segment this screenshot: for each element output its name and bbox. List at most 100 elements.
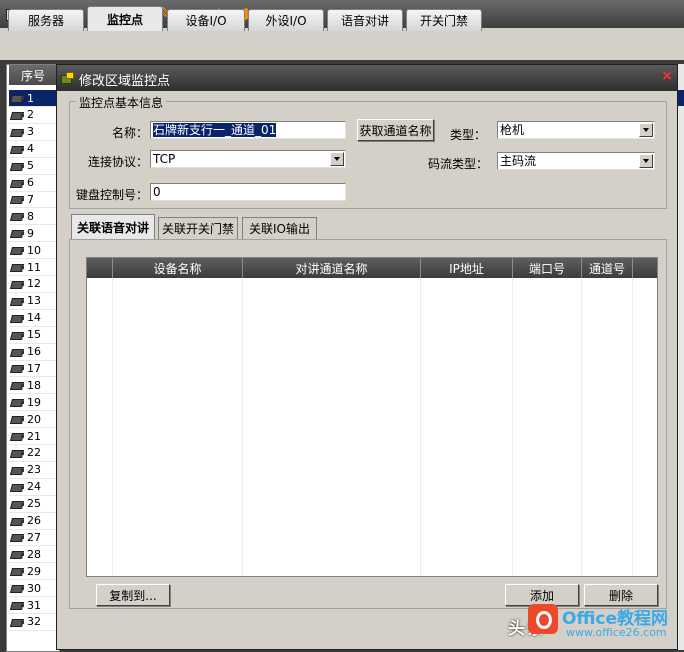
camera-icon [11,246,25,254]
camera-icon [11,449,25,457]
camera-icon [11,212,25,220]
delete-button[interactable]: 删除 [584,584,658,606]
column-header-channel-no[interactable]: 通道号 [582,258,633,278]
list-item[interactable]: 28 [9,546,57,564]
list-item-label: 13 [27,294,41,308]
close-icon[interactable]: × [659,68,675,84]
list-item[interactable]: 4 [9,141,57,158]
camera-icon [11,517,25,525]
stream-type-select[interactable]: 主码流 [497,152,655,170]
list-item[interactable]: 8 [9,208,57,226]
column-header-port[interactable]: 端口号 [513,258,582,278]
list-item[interactable]: 2 [9,107,57,124]
protocol-select[interactable]: TCP [150,150,346,168]
list-item[interactable]: 25 [9,496,57,513]
grid-line [632,278,633,576]
name-input[interactable]: 石牌新支行一_通道_01 [150,121,346,139]
column-header-intercom-channel[interactable]: 对讲通道名称 [243,258,421,278]
grid-line [242,278,243,576]
list-item[interactable]: 19 [9,394,57,412]
tab-voice-intercom[interactable]: 语音对讲 [327,9,403,31]
list-item[interactable]: 22 [9,445,57,462]
tab-linked-door-access[interactable]: 关联开关门禁 [158,217,238,239]
list-item-label: 29 [27,564,41,578]
type-label: 类型： [449,128,486,142]
type-select[interactable]: 枪机 [497,121,655,139]
list-item[interactable]: 27 [9,529,57,547]
chevron-down-icon[interactable] [639,123,653,137]
list-item-label: 9 [27,226,34,240]
list-item[interactable]: 18 [9,377,57,395]
tab-peripheral-io[interactable]: 外设I/O [248,9,324,31]
tab-monitor-point[interactable]: 监控点 [87,6,163,31]
name-label: 名称： [111,126,148,140]
camera-icon [11,567,25,575]
list-item-label: 17 [27,361,41,375]
camera-icon [11,584,25,592]
list-item-label: 10 [27,243,41,257]
list-item[interactable]: 13 [9,293,57,310]
list-item-label: 8 [27,209,34,223]
tab-server[interactable]: 服务器 [8,9,84,31]
tab-linked-io-output[interactable]: 关联IO输出 [242,217,317,239]
list-item[interactable]: 1 [9,90,57,107]
camera-icon [11,229,25,237]
chevron-down-icon[interactable] [639,154,653,168]
keyboard-control-label: 键盘控制号： [75,188,148,202]
protocol-label: 连接协议： [87,155,148,169]
list-header[interactable]: 序号 [9,65,57,85]
list-item-label: 28 [27,547,41,561]
list-item[interactable]: 16 [9,344,57,361]
list-item[interactable]: 17 [9,360,57,378]
camera-icon [11,533,25,541]
list-item-label: 23 [27,463,41,477]
association-table[interactable] [86,257,658,577]
list-item-label: 21 [27,429,41,443]
camera-icon [11,415,25,423]
list-item[interactable]: 11 [9,259,57,276]
get-channel-name-button[interactable]: 获取通道名称 [357,119,434,141]
chevron-down-icon[interactable] [330,152,344,166]
column-header-select[interactable] [87,258,113,278]
keyboard-control-input[interactable]: 0 [150,183,346,201]
list-item[interactable]: 26 [9,513,57,530]
list-item[interactable]: 30 [9,580,57,598]
list-item[interactable]: 29 [9,563,57,581]
list-item[interactable]: 20 [9,411,57,429]
camera-icon [11,500,25,508]
camera-icon [11,381,25,389]
list-item[interactable]: 12 [9,276,57,293]
tab-linked-voice-intercom[interactable]: 关联语音对讲 [71,214,155,239]
list-item[interactable]: 10 [9,242,57,260]
camera-icon [11,179,25,187]
add-button[interactable]: 添加 [505,584,579,606]
column-header-ip-address[interactable]: IP地址 [421,258,513,278]
list-item[interactable]: 23 [9,462,57,479]
dialog-titlebar: 修改区域监控点 × [57,65,677,91]
list-item-label: 16 [27,345,41,358]
tab-door-access[interactable]: 开关门禁 [406,9,482,31]
grid-line [581,278,582,576]
list-item[interactable]: 24 [9,479,57,496]
camera-icon [11,618,25,626]
list-item[interactable]: 32 [9,614,57,631]
list-item[interactable]: 31 [9,597,57,614]
list-item[interactable]: 9 [9,225,57,243]
copy-to-button[interactable]: 复制到... [96,584,170,606]
list-item[interactable]: 21 [9,428,57,445]
camera-icon [11,364,25,372]
list-item[interactable]: 3 [9,124,57,141]
dialog-title: 修改区域监控点 [79,74,171,89]
list-item[interactable]: 6 [9,175,57,192]
list-item-label: 24 [27,480,41,494]
office-logo-icon [528,604,558,634]
list-item-label: 6 [27,176,34,189]
list-item[interactable]: 15 [9,327,57,344]
list-item[interactable]: 7 [9,191,57,209]
column-header-device-name[interactable]: 设备名称 [113,258,243,278]
list-item[interactable]: 14 [9,310,57,327]
list-item-label: 20 [27,412,41,426]
tab-device-io[interactable]: 设备I/O [167,9,245,31]
list-item[interactable]: 5 [9,158,57,175]
list-item-label: 2 [27,108,34,122]
